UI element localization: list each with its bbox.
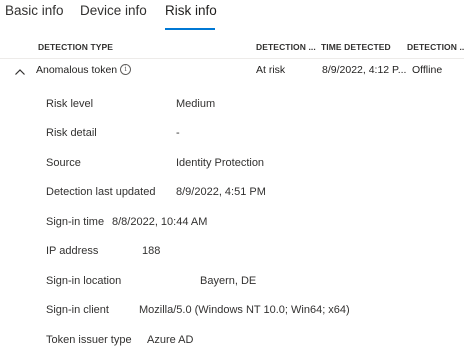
table-header: DETECTION TYPE DETECTION ... TIME DETECT… — [0, 34, 464, 59]
risk-detail-label: Risk detail — [46, 127, 97, 139]
token-issuer-type-label: Token issuer type — [46, 334, 132, 346]
source-label: Source — [46, 157, 81, 169]
tab-device-info[interactable]: Device info — [80, 3, 147, 18]
info-icon[interactable]: i — [120, 64, 132, 75]
source-value: Identity Protection — [176, 157, 265, 169]
tab-risk-info[interactable]: Risk info — [165, 3, 217, 18]
detection-last-updated-label: Detection last updated — [46, 186, 156, 198]
sign-in-client-value: Mozilla/5.0 (Windows NT 10.0; Win64; x64… — [139, 304, 350, 316]
detection-last-updated-value: 8/9/2022, 4:51 PM — [176, 186, 266, 198]
sign-in-location-label: Sign-in location — [46, 275, 122, 287]
tab-bar: Basic info Device info Risk info — [0, 0, 464, 32]
detection-type-text: Anomalous token — [36, 64, 118, 76]
sign-in-time-value: 8/8/2022, 10:44 AM — [112, 216, 208, 228]
risk-level-value: Medium — [176, 98, 216, 110]
column-header-detection-timing[interactable]: DETECTION ... — [407, 42, 464, 52]
chevron-up-icon[interactable] — [14, 66, 26, 78]
time-detected-cell: 8/9/2022, 4:12 P... — [322, 64, 407, 76]
active-tab-indicator — [165, 28, 215, 30]
token-issuer-type-value: Azure AD — [147, 334, 194, 346]
risk-level-label: Risk level — [46, 98, 94, 110]
risk-state-cell: At risk — [256, 64, 286, 76]
column-header-time-detected[interactable]: TIME DETECTED — [321, 42, 403, 52]
sign-in-location-value: Bayern, DE — [200, 275, 257, 287]
sign-in-client-label: Sign-in client — [46, 304, 109, 316]
ip-address-value: 188 — [142, 245, 161, 257]
detection-type-cell: Anomalous token i — [36, 64, 236, 76]
risk-detail-value: - — [176, 127, 180, 139]
sign-in-time-label: Sign-in time — [46, 216, 105, 228]
tab-basic-info[interactable]: Basic info — [5, 3, 64, 18]
column-header-detection-state[interactable]: DETECTION ... — [256, 42, 318, 52]
column-header-detection-type[interactable]: DETECTION TYPE — [38, 42, 238, 52]
table-row[interactable]: Anomalous token i At risk 8/9/2022, 4:12 … — [0, 58, 464, 84]
ip-address-label: IP address — [46, 245, 99, 257]
detection-timing-cell: Offline — [412, 64, 443, 76]
